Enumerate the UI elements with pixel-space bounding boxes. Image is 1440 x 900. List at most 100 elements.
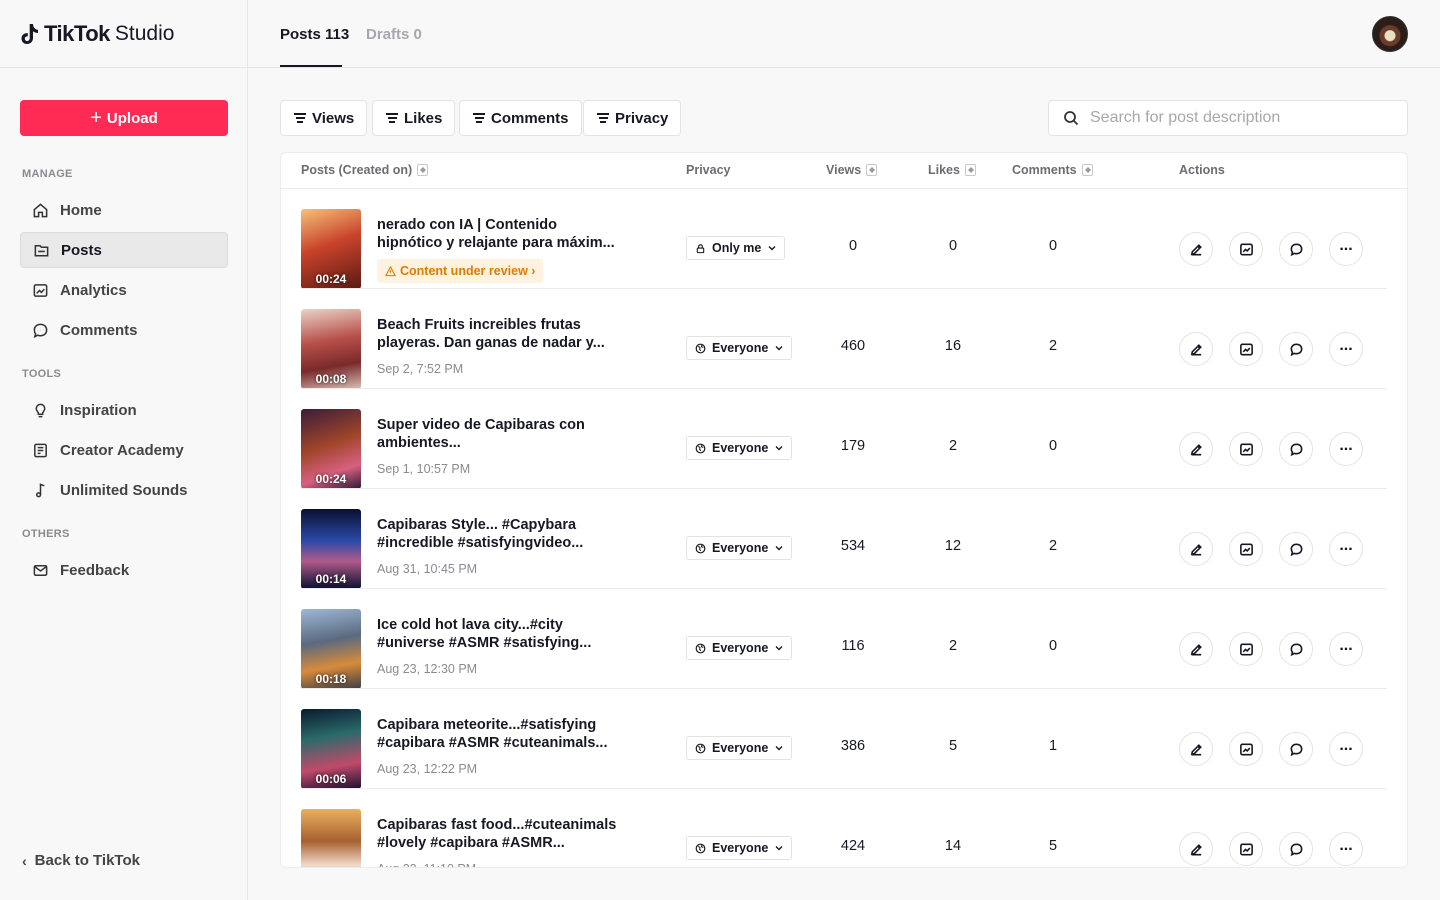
header-likes[interactable]: Likes <box>928 163 976 177</box>
tab-posts[interactable]: Posts 113 <box>280 26 349 43</box>
pencil-icon <box>1190 443 1202 455</box>
mail-icon <box>33 564 48 576</box>
likes-count: 16 <box>944 338 962 354</box>
sidebar-item-comments[interactable]: Comments <box>20 312 228 348</box>
video-thumbnail[interactable] <box>301 809 361 867</box>
analytics-button[interactable] <box>1229 732 1263 766</box>
post-title-line-1: Capibaras Style... #Capybara <box>377 517 577 533</box>
post-title[interactable]: Capibaras fast food...#cuteanimals #lovel… <box>377 816 617 852</box>
more-options-button[interactable]: ... <box>1329 332 1363 366</box>
more-icon: ... <box>1339 437 1353 454</box>
comment-icon <box>1290 643 1302 656</box>
analytics-button[interactable] <box>1229 332 1263 366</box>
header-label: Privacy <box>686 163 731 177</box>
privacy-select[interactable]: Only me <box>686 236 786 260</box>
comments-count: 0 <box>1048 638 1058 654</box>
comments-count: 1 <box>1048 738 1058 754</box>
analytics-button[interactable] <box>1229 832 1263 866</box>
post-title[interactable]: Ice cold hot lava city...#city #universe … <box>377 616 617 652</box>
edit-button[interactable] <box>1179 732 1213 766</box>
video-thumbnail[interactable]: 00:06 <box>301 709 361 789</box>
filter-privacy-button[interactable]: Privacy <box>583 100 682 136</box>
header-posts[interactable]: Posts (Created on) <box>301 163 429 177</box>
brand[interactable]: TikTok Studio <box>0 0 247 68</box>
post-title[interactable]: nerado con IA | Contenido hipnótico y rel… <box>377 216 617 252</box>
edit-button[interactable] <box>1179 232 1213 266</box>
chevron-down-icon <box>775 846 783 851</box>
more-options-button[interactable]: ... <box>1329 632 1363 666</box>
analytics-button[interactable] <box>1229 232 1263 266</box>
pencil-icon <box>1190 543 1202 555</box>
sidebar-item-analytics[interactable]: Analytics <box>20 272 228 308</box>
edit-button[interactable] <box>1179 532 1213 566</box>
avatar[interactable] <box>1372 16 1408 52</box>
tab-drafts[interactable]: Drafts 0 <box>366 26 422 43</box>
filter-likes-button[interactable]: Likes <box>372 100 456 136</box>
sidebar-item-inspiration[interactable]: Inspiration <box>20 392 228 428</box>
filter-views-button[interactable]: Views <box>280 100 368 136</box>
upload-button[interactable]: + Upload <box>20 100 228 136</box>
views-count: 424 <box>840 838 866 854</box>
post-date: Aug 23, 12:22 PM <box>377 762 478 776</box>
comments-button[interactable] <box>1279 532 1313 566</box>
video-thumbnail[interactable]: 00:24 <box>301 209 361 289</box>
filter-comments-button[interactable]: Comments <box>459 100 582 136</box>
edit-button[interactable] <box>1179 432 1213 466</box>
back-to-tiktok-link[interactable]: ‹ Back to TikTok <box>22 852 140 869</box>
search-input[interactable] <box>1090 109 1390 127</box>
chevron-down-icon <box>768 246 776 251</box>
edit-button[interactable] <box>1179 332 1213 366</box>
sidebar-item-posts[interactable]: Posts <box>20 232 228 268</box>
header-comments[interactable]: Comments <box>1012 163 1093 177</box>
section-label-manage: MANAGE <box>22 168 73 180</box>
chevron-down-icon <box>775 546 783 551</box>
post-title[interactable]: Capibara meteorite...#satisfying #capibar… <box>377 716 617 752</box>
comments-button[interactable] <box>1279 732 1313 766</box>
more-options-button[interactable]: ... <box>1329 832 1363 866</box>
sidebar-item-creator-academy[interactable]: Creator Academy <box>20 432 228 468</box>
sort-icon <box>866 164 878 176</box>
sort-icon <box>417 164 429 176</box>
review-status-label: Content under review › <box>400 264 536 278</box>
privacy-select[interactable]: Everyone <box>686 636 793 660</box>
header-views[interactable]: Views <box>826 163 878 177</box>
video-thumbnail[interactable]: 00:24 <box>301 409 361 489</box>
privacy-select[interactable]: Everyone <box>686 436 793 460</box>
comments-button[interactable] <box>1279 632 1313 666</box>
comment-icon <box>1290 543 1302 556</box>
privacy-select[interactable]: Everyone <box>686 736 793 760</box>
post-title[interactable]: Capibaras Style... #Capybara #incredible … <box>377 516 617 552</box>
more-options-button[interactable]: ... <box>1329 432 1363 466</box>
comments-button[interactable] <box>1279 232 1313 266</box>
post-title[interactable]: Beach Fruits increibles frutas playeras. … <box>377 316 617 352</box>
more-options-button[interactable]: ... <box>1329 232 1363 266</box>
analytics-button[interactable] <box>1229 532 1263 566</box>
privacy-value: Everyone <box>712 341 769 355</box>
video-thumbnail[interactable]: 00:14 <box>301 509 361 589</box>
privacy-select[interactable]: Everyone <box>686 536 793 560</box>
privacy-select[interactable]: Everyone <box>686 836 793 860</box>
section-label-others: OTHERS <box>22 528 70 540</box>
sidebar-item-unlimited-sounds[interactable]: Unlimited Sounds <box>20 472 228 508</box>
privacy-select[interactable]: Everyone <box>686 336 793 360</box>
analytics-button[interactable] <box>1229 632 1263 666</box>
review-status-badge[interactable]: Content under review › <box>377 259 544 283</box>
comment-icon <box>1290 443 1302 456</box>
comments-button[interactable] <box>1279 832 1313 866</box>
comments-button[interactable] <box>1279 332 1313 366</box>
analytics-icon <box>1239 443 1253 455</box>
comments-button[interactable] <box>1279 432 1313 466</box>
more-options-button[interactable]: ... <box>1329 732 1363 766</box>
globe-icon <box>695 843 706 853</box>
more-options-button[interactable]: ... <box>1329 532 1363 566</box>
edit-button[interactable] <box>1179 832 1213 866</box>
analytics-button[interactable] <box>1229 432 1263 466</box>
sidebar-item-feedback[interactable]: Feedback <box>20 552 228 588</box>
edit-button[interactable] <box>1179 632 1213 666</box>
video-thumbnail[interactable]: 00:18 <box>301 609 361 689</box>
sort-icon <box>1081 164 1093 176</box>
video-duration: 00:06 <box>315 772 347 786</box>
sidebar-item-home[interactable]: Home <box>20 192 228 228</box>
post-title[interactable]: Super video de Capibaras con ambientes... <box>377 416 617 452</box>
video-thumbnail[interactable]: 00:08 <box>301 309 361 389</box>
